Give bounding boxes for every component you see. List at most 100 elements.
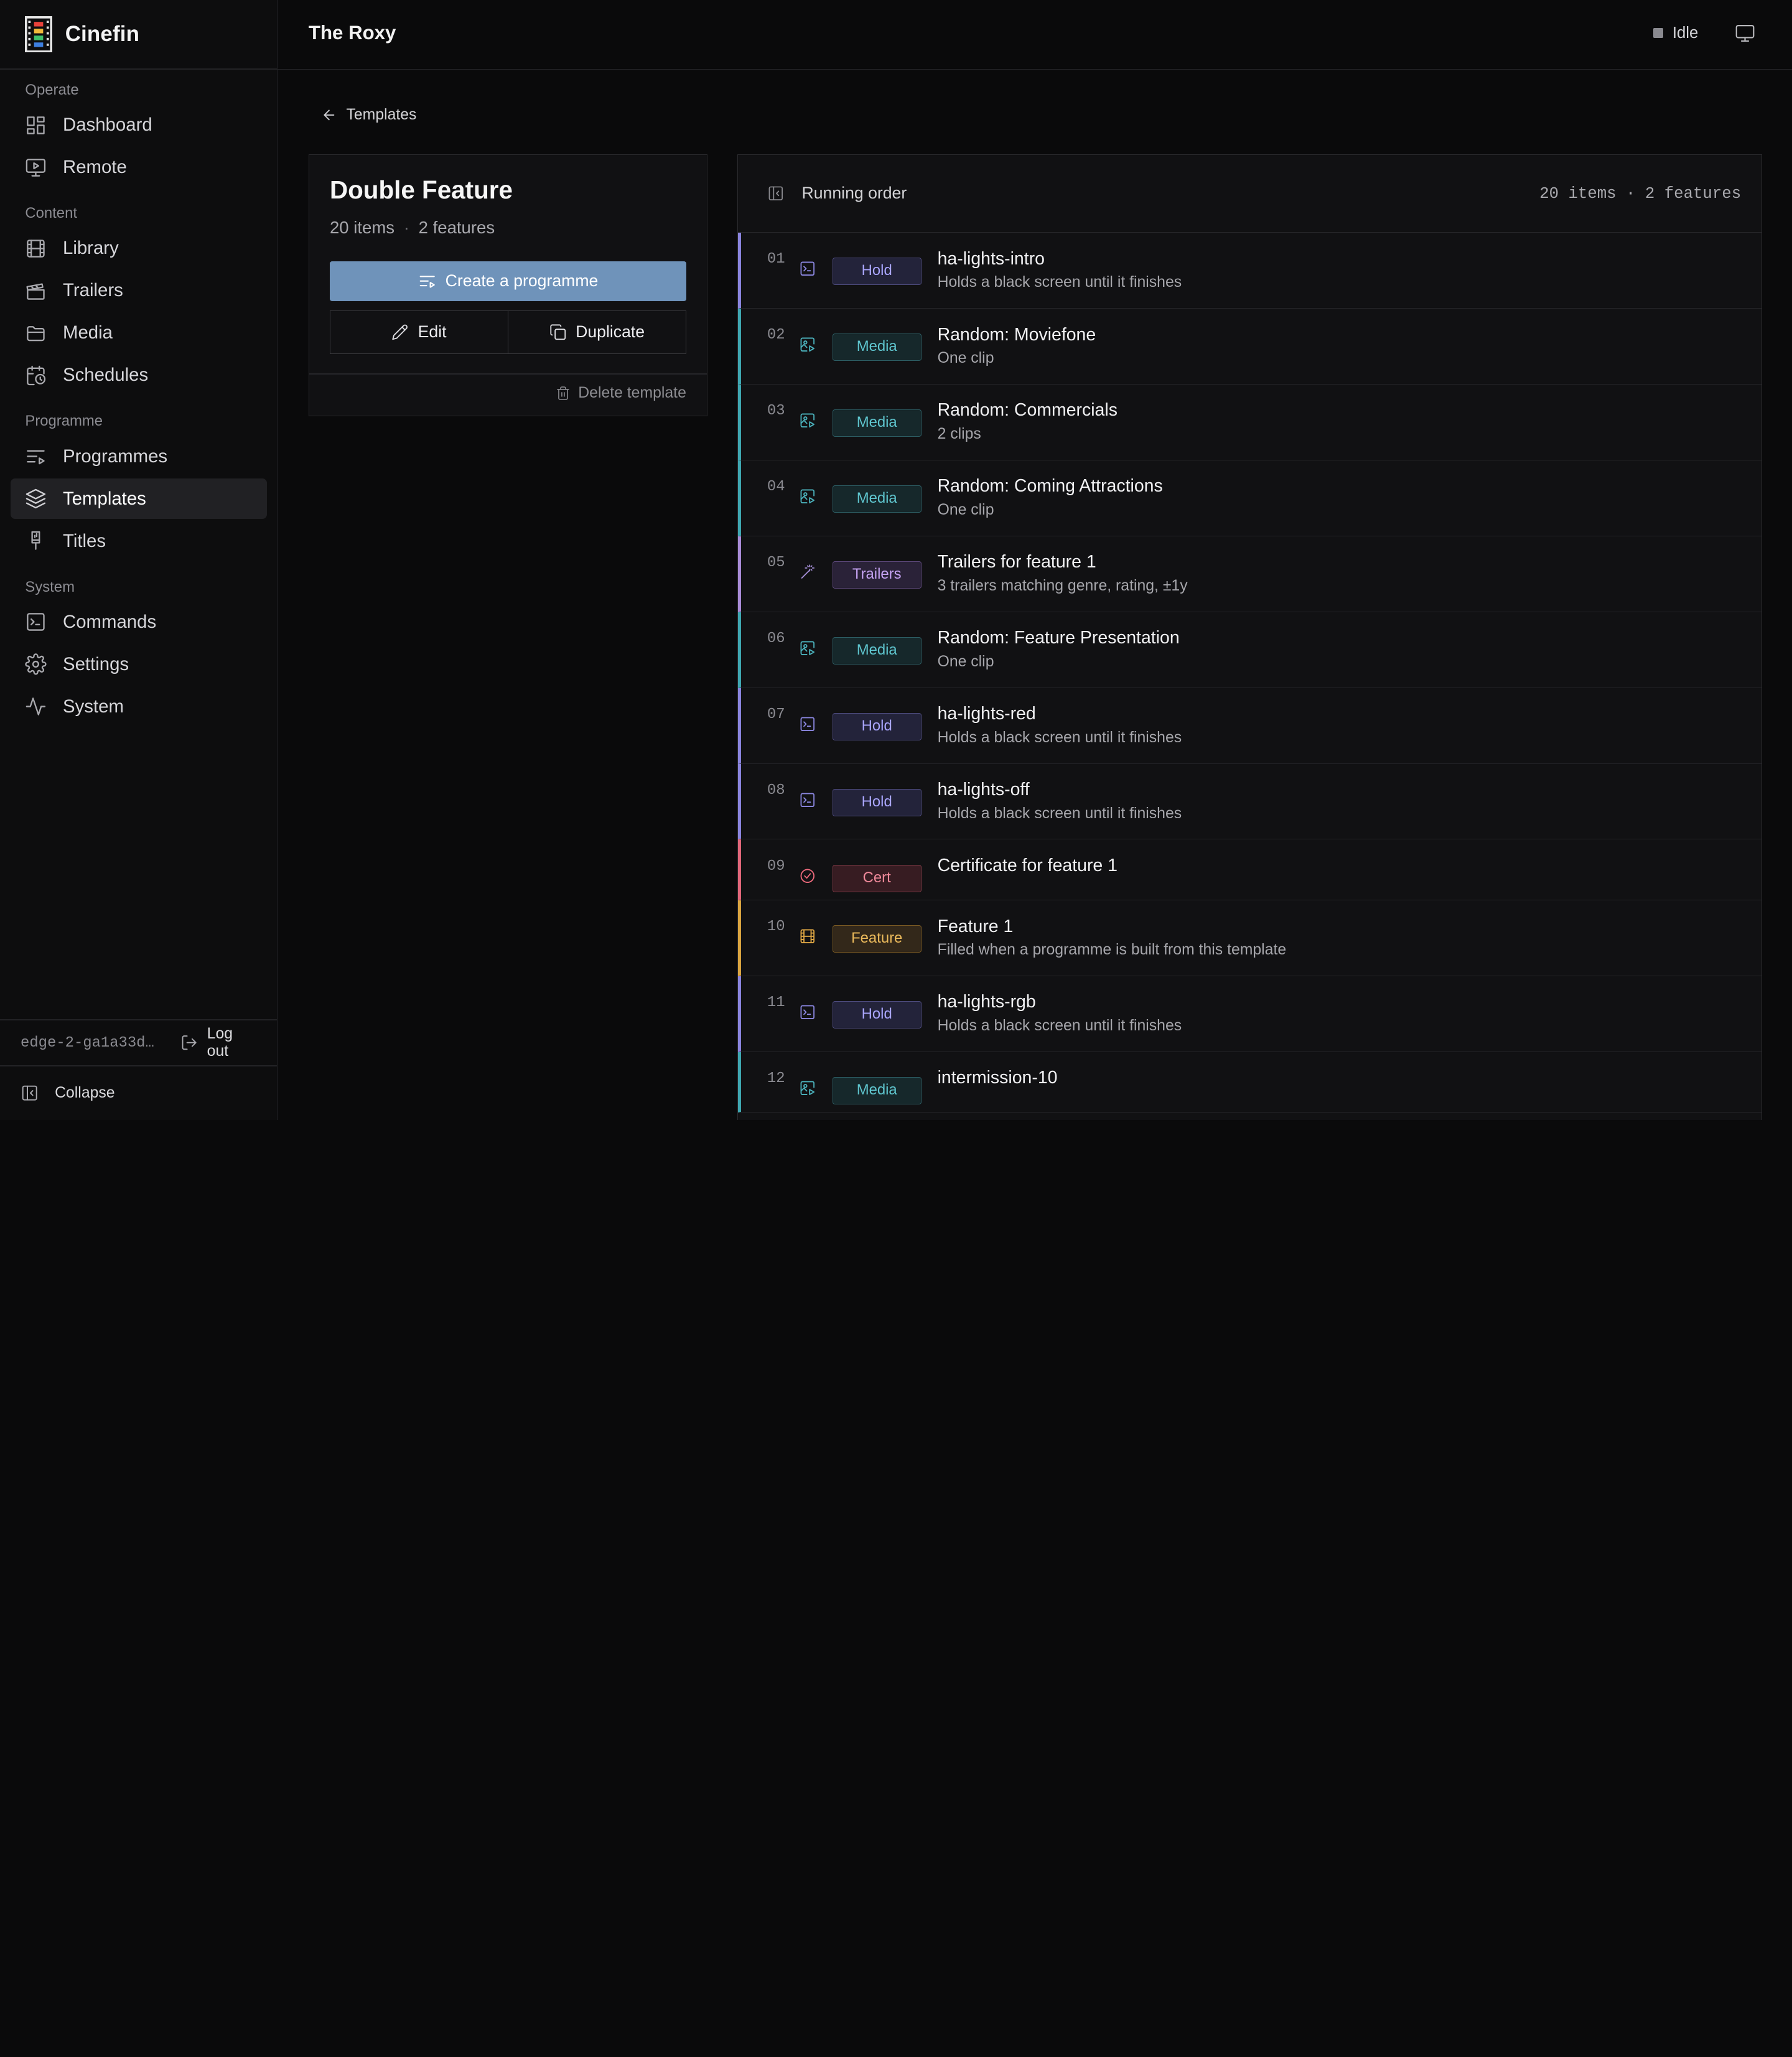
- collapse-button[interactable]: Collapse: [0, 1066, 277, 1120]
- status-indicator: Idle: [1653, 24, 1698, 42]
- delete-template-button[interactable]: Delete template: [556, 385, 686, 402]
- running-order-row[interactable]: 01 Hold ha-lights-intro Holds a black sc…: [737, 232, 1762, 309]
- running-order-row[interactable]: 03 Media Random: Commercials 2 clips: [737, 384, 1762, 460]
- brush-icon: [25, 530, 47, 552]
- sidebar-item-label: Media: [62, 322, 113, 343]
- row-number: 07: [767, 706, 785, 723]
- running-order-row[interactable]: 04 Media Random: Coming Attractions One …: [737, 460, 1762, 536]
- logout-button[interactable]: Log out: [180, 1025, 257, 1060]
- kind-badge: Trailers: [832, 561, 922, 589]
- divider: [309, 373, 707, 375]
- sidebar-item-media[interactable]: Media: [11, 313, 267, 353]
- kind-badge: Feature: [832, 925, 922, 953]
- features-count: 2 features: [418, 217, 495, 237]
- row-number: 10: [767, 918, 785, 936]
- brand[interactable]: Cinefin: [25, 16, 139, 53]
- row-number: 02: [767, 327, 785, 344]
- sidebar-item-settings[interactable]: Settings: [11, 645, 267, 684]
- running-order-row[interactable]: 05 Trailers Trailers for feature 1 3 tra…: [737, 536, 1762, 612]
- status-square-icon: [1653, 27, 1664, 39]
- row-subtitle: Holds a black screen until it finishes: [937, 273, 1182, 291]
- kind-badge: Hold: [832, 712, 922, 741]
- sidebar-item-remote[interactable]: Remote: [11, 147, 267, 187]
- nav-section-system: System: [25, 578, 75, 595]
- row-title: ha-lights-rgb: [937, 992, 1036, 1012]
- create-programme-button[interactable]: Create a programme: [329, 261, 686, 302]
- row-subtitle: One clip: [937, 501, 994, 518]
- running-order-row[interactable]: 02 Media Random: Moviefone One clip: [737, 308, 1762, 385]
- row-subtitle: Holds a black screen until it finishes: [937, 1017, 1182, 1034]
- calendar-clock-icon: [25, 365, 47, 386]
- panel-left-icon[interactable]: [767, 185, 785, 202]
- running-order-title: Running order: [801, 183, 907, 202]
- row-title: Certificate for feature 1: [937, 856, 1118, 876]
- page-title: The Roxy: [308, 21, 396, 44]
- items-count: 20 items: [329, 217, 395, 237]
- nav-section-content: Content: [25, 205, 77, 222]
- row-subtitle: Holds a black screen until it finishes: [937, 805, 1182, 822]
- row-subtitle: One clip: [937, 653, 994, 670]
- running-order-row[interactable]: 06 Media Random: Feature Presentation On…: [737, 612, 1762, 688]
- running-order-row[interactable]: 10 Feature Feature 1 Filled when a progr…: [737, 900, 1762, 976]
- running-order-row[interactable]: 09 Cert Certificate for feature 1: [737, 839, 1762, 900]
- row-number: 09: [767, 857, 785, 875]
- brand-name: Cinefin: [65, 22, 140, 47]
- row-number: 01: [767, 251, 785, 268]
- top-header: The Roxy Idle: [278, 0, 1792, 70]
- terminal-icon: [799, 791, 816, 809]
- template-card: Double Feature 20 items · 2 features Cre…: [308, 154, 707, 416]
- duplicate-button[interactable]: Duplicate: [507, 310, 686, 353]
- sidebar-item-label: Dashboard: [62, 114, 152, 136]
- edit-button[interactable]: Edit: [330, 311, 508, 353]
- row-number: 04: [767, 478, 785, 496]
- row-title: Feature 1: [937, 916, 1014, 936]
- kind-badge: Media: [832, 485, 922, 513]
- sidebar-item-dashboard[interactable]: Dashboard: [11, 105, 267, 145]
- image-play-icon: [799, 640, 816, 657]
- layers-icon: [25, 488, 47, 510]
- row-title: intermission-10: [937, 1068, 1058, 1088]
- arrow-left-icon: [324, 110, 335, 121]
- filmstrip-logo-icon: [25, 16, 53, 53]
- row-title: Random: Commercials: [937, 400, 1118, 421]
- row-title: ha-lights-red: [937, 704, 1036, 724]
- kind-badge: Hold: [832, 788, 922, 816]
- kind-badge: Media: [832, 334, 922, 361]
- clapperboard-icon: [25, 280, 47, 302]
- sidebar-item-templates[interactable]: Templates: [10, 478, 267, 519]
- terminal-icon: [799, 260, 816, 278]
- running-order-row[interactable]: 11 Hold ha-lights-rgb Holds a black scre…: [737, 976, 1762, 1052]
- running-order-row[interactable]: 12 Media intermission-10: [737, 1052, 1762, 1113]
- row-title: Random: Coming Attractions: [937, 476, 1163, 497]
- row-title: ha-lights-intro: [937, 248, 1045, 269]
- running-order-row[interactable]: 07 Hold ha-lights-red Holds a black scre…: [737, 688, 1762, 764]
- terminal-icon: [799, 716, 816, 733]
- row-number: 03: [767, 403, 785, 420]
- trash-icon: [556, 386, 569, 400]
- copy-icon: [550, 324, 566, 340]
- sidebar-item-system[interactable]: System: [11, 687, 267, 727]
- host-label: edge-2-ga1a33d0…: [21, 1034, 162, 1052]
- film-icon: [799, 928, 816, 945]
- template-title: Double Feature: [329, 175, 513, 204]
- back-to-templates-link[interactable]: Templates: [321, 106, 416, 124]
- row-title: Random: Feature Presentation: [937, 628, 1180, 648]
- row-number: 08: [767, 781, 785, 799]
- collapse-label: Collapse: [55, 1084, 115, 1101]
- delete-template-label: Delete template: [578, 385, 686, 402]
- sidebar-footer: edge-2-ga1a33d0… Log out Collapse: [0, 1019, 278, 1120]
- list-play-icon: [419, 276, 435, 288]
- sidebar-item-trailers[interactable]: Trailers: [11, 271, 267, 310]
- back-label: Templates: [346, 106, 417, 123]
- sidebar-item-programmes[interactable]: Programmes: [11, 436, 267, 476]
- monitor-icon[interactable]: [1735, 23, 1755, 44]
- sidebar-item-library[interactable]: Library: [11, 228, 267, 268]
- sidebar-item-commands[interactable]: Commands: [11, 602, 267, 642]
- gear-icon: [25, 653, 47, 675]
- activity-icon: [25, 696, 47, 717]
- sidebar-item-label: Programmes: [62, 445, 168, 467]
- running-order-row[interactable]: 08 Hold ha-lights-off Holds a black scre…: [737, 763, 1762, 840]
- sidebar-item-schedules[interactable]: Schedules: [11, 355, 267, 395]
- sidebar-item-label: Trailers: [62, 280, 123, 301]
- sidebar-item-titles[interactable]: Titles: [11, 521, 267, 561]
